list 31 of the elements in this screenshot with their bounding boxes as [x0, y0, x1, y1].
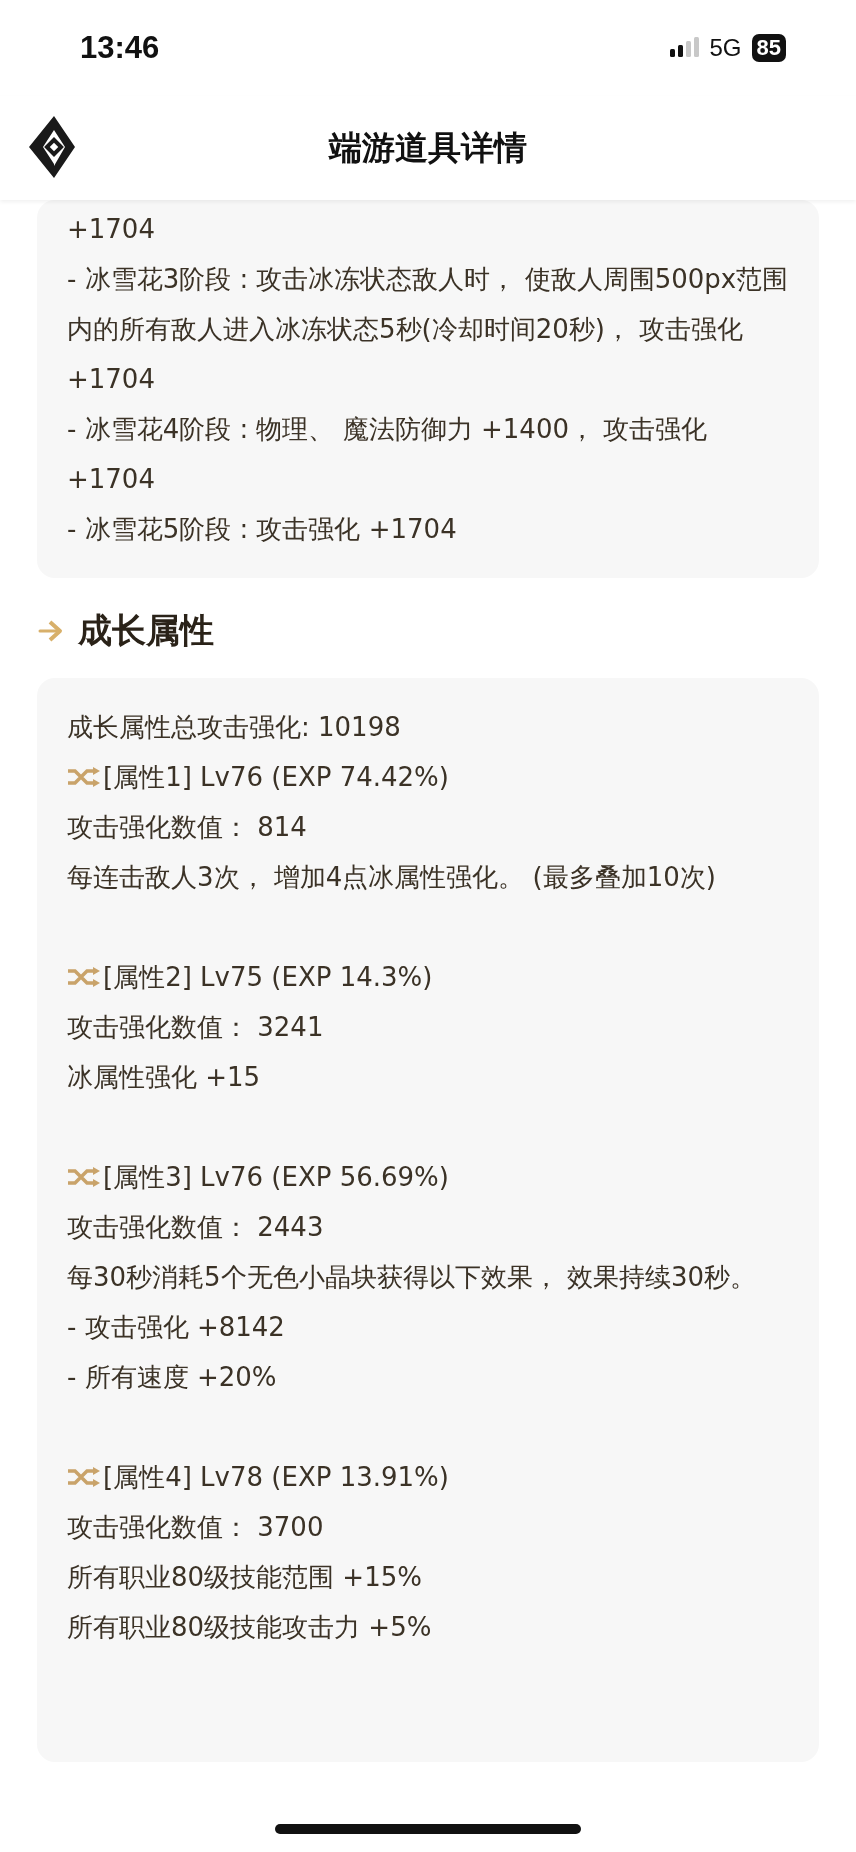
attribute-header: [属性2] Lv75 (EXP 14.3%)	[103, 961, 433, 994]
effect-text: +1704	[67, 213, 156, 246]
attribute-header: [属性3] Lv76 (EXP 56.69%)	[103, 1161, 449, 1194]
network-label: 5G	[709, 34, 742, 62]
attribute-text: - 攻击强化 +8142	[67, 1311, 286, 1344]
section-title: 成长属性	[78, 609, 214, 652]
shuffle-icon	[67, 967, 101, 987]
attribute-text: 冰属性强化 +15	[67, 1061, 262, 1094]
diamond-logo-icon[interactable]	[27, 116, 77, 178]
attribute-text: 每连击敌人3次， 增加4点冰属性强化。 (最多叠加10次)	[67, 861, 717, 894]
attribute-text: 攻击强化数值： 3241	[67, 1011, 325, 1044]
signal-icon	[669, 37, 700, 59]
total-text: 成长属性总攻击强化: 10198	[67, 711, 402, 744]
attribute-text: 每30秒消耗5个无色小晶块获得以下效果， 效果持续30秒。	[67, 1261, 757, 1294]
shuffle-icon	[67, 1167, 101, 1187]
attribute-text: - 所有速度 +20%	[67, 1361, 278, 1394]
effect-text: - 冰雪花3阶段 : 攻击冰冻状态敌人时， 使敌人周围500px范围内的所有敌人进入冰冻状态5秒(冷却时间20秒)， 攻击强化 +1704	[67, 263, 789, 396]
attribute-header: [属性1] Lv76 (EXP 74.42%)	[103, 761, 449, 794]
attribute-text: 所有职业80级技能范围 +15%	[67, 1561, 423, 1594]
page-title: 端游道具详情	[329, 126, 527, 169]
shuffle-icon	[67, 767, 101, 787]
attribute-text: 攻击强化数值： 814	[67, 811, 308, 844]
attribute-text: 所有职业80级技能攻击力 +5%	[67, 1611, 433, 1644]
attribute-text: 攻击强化数值： 3700	[67, 1511, 325, 1544]
shuffle-icon	[67, 1467, 101, 1487]
effect-text: - 冰雪花5阶段 : 攻击强化 +1704	[67, 513, 458, 546]
battery-indicator: 85	[751, 34, 786, 62]
status-time: 13:46	[80, 30, 160, 66]
attribute-header: [属性4] Lv78 (EXP 13.91%)	[103, 1461, 449, 1494]
attribute-text: 攻击强化数值： 2443	[67, 1211, 325, 1244]
effect-text: - 冰雪花4阶段 : 物理、 魔法防御力 +1400， 攻击强化 +1704	[67, 413, 709, 496]
